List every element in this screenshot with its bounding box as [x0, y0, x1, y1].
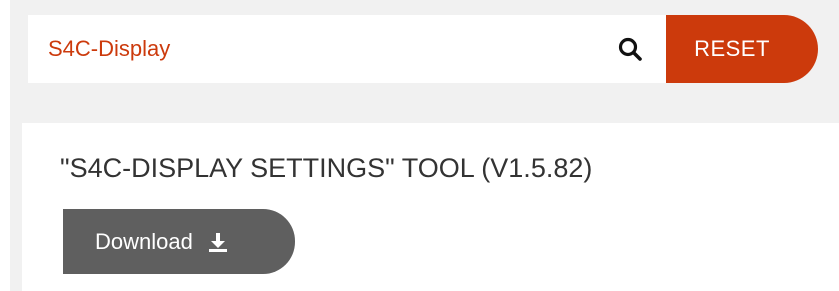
download-icon [207, 231, 229, 253]
search-input[interactable] [28, 15, 666, 83]
reset-button[interactable]: RESET [666, 15, 818, 83]
download-button[interactable]: Download [63, 209, 295, 274]
download-label: Download [95, 228, 193, 254]
search-bar: RESET [28, 15, 818, 83]
tool-title: "S4C-DISPLAY SETTINGS" TOOL (V1.5.82) [60, 153, 593, 183]
result-card: "S4C-DISPLAY SETTINGS" TOOL (V1.5.82) Do… [22, 123, 839, 291]
search-icon[interactable] [616, 35, 646, 65]
